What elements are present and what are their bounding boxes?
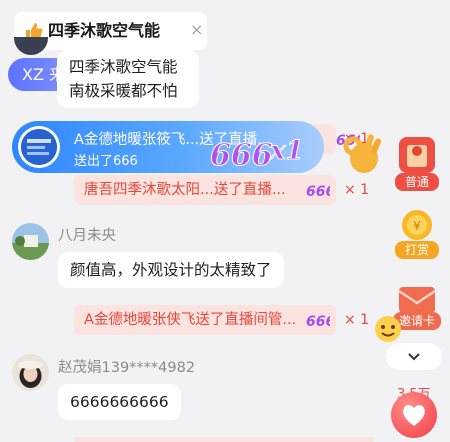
gift-fly-banner: A金德地暖张筱飞...送了直播... 送出了666 666 x1	[12, 121, 324, 173]
ad-line-2: 南极采暖都不怕	[69, 82, 178, 100]
gift-message	[74, 437, 374, 442]
invite-card-icon	[398, 287, 436, 313]
username: 赵茂娟139****4982	[58, 360, 196, 376]
ok-hand-icon	[343, 134, 382, 173]
like-button[interactable]	[391, 392, 437, 438]
heart-icon	[403, 405, 425, 426]
gift-666-icon: 666	[306, 184, 330, 200]
gift-count: × 1	[344, 312, 370, 328]
svg-text:666: 666	[306, 184, 330, 200]
fly-banner-subtitle: 送出了666	[74, 154, 138, 169]
red-envelope-icon	[399, 137, 435, 173]
gift-text: A金德地暖张侠飞送了直播间管...	[84, 312, 297, 328]
username: 八月未央	[58, 228, 116, 244]
avatar[interactable]	[12, 354, 49, 391]
chat-bubble: 颜值高，外观设计的太精致了	[58, 252, 284, 288]
emoji-icon	[375, 316, 401, 342]
avatar	[18, 126, 60, 168]
scroll-to-latest-button[interactable]	[386, 343, 442, 370]
svg-text:666: 666	[306, 314, 330, 330]
pinned-card-title: 四季沐歌空气能	[48, 21, 161, 40]
chat-text: 颜值高，外观设计的太精致了	[70, 261, 272, 279]
gift-message: 唐吾四季沐歌太阳...送了直播... 666	[74, 175, 336, 205]
coin-reward-icon: ¥	[402, 210, 432, 240]
side-label-normal: 普通	[395, 173, 439, 191]
ad-line-1: 四季沐歌空气能	[69, 58, 178, 76]
gift-count: × 1	[344, 182, 370, 198]
combo-counter-icon: 666 x1	[210, 136, 305, 174]
chat-text: 6666666666	[70, 393, 169, 411]
chat-bubble-ad: 四季沐歌空气能 南极采暖都不怕	[57, 50, 199, 108]
svg-text:¥: ¥	[413, 219, 421, 233]
avatar	[14, 37, 48, 55]
combo-multiplier: x1	[269, 136, 304, 166]
chevron-down-icon	[408, 353, 420, 361]
red-envelope-button[interactable]: 普通	[393, 135, 441, 193]
close-icon[interactable]: ×	[190, 20, 203, 40]
avatar[interactable]	[12, 223, 49, 260]
chat-bubble: 6666666666	[58, 384, 181, 420]
gift-message: A金德地暖张侠飞送了直播间管... 666	[74, 305, 336, 335]
reward-button[interactable]: ¥ 打赏	[393, 208, 441, 263]
gift-text: 唐吾四季沐歌太阳...送了直播...	[84, 182, 286, 198]
side-label-reward: 打赏	[395, 241, 439, 259]
gift-666-icon: 666	[306, 314, 330, 330]
combo-number: 666	[210, 138, 273, 173]
